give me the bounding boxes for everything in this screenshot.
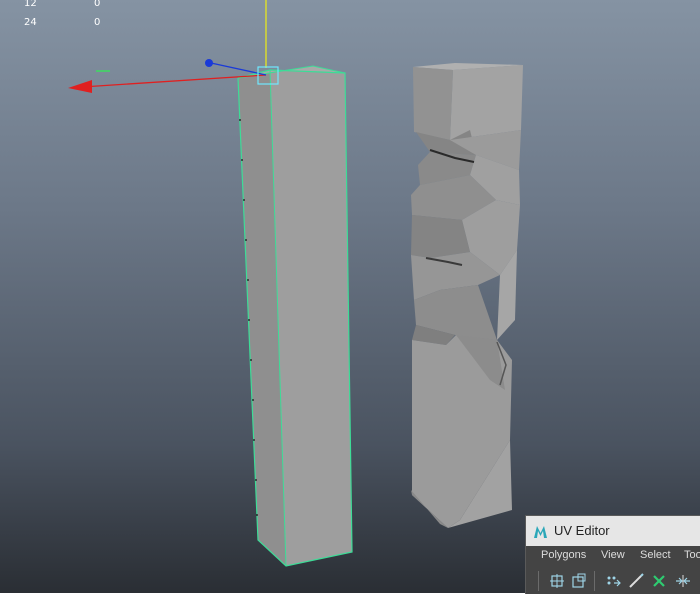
uv-editor-toolbar (526, 568, 700, 594)
maya-logo-icon (534, 526, 547, 538)
x-axis-arrow (68, 80, 92, 93)
maya-viewport[interactable]: 12 0 24 0 UV Editor Polygons View Select… (0, 0, 700, 594)
uv-snap-icon[interactable] (570, 572, 588, 590)
toolbar-separator (538, 571, 539, 591)
uv-grid-icon[interactable] (548, 572, 566, 590)
uv-move-icon[interactable] (604, 572, 622, 590)
uv-editor-titlebar[interactable]: UV Editor (526, 516, 700, 546)
uv-unfold-icon[interactable] (674, 572, 692, 590)
scene-view[interactable] (0, 0, 700, 593)
uv-editor-title: UV Editor (554, 523, 610, 538)
uv-editor-menubar: Polygons View Select Too (526, 546, 700, 566)
menu-tools[interactable]: Too (684, 549, 700, 561)
fractured-column[interactable] (411, 63, 523, 528)
selected-box-column[interactable] (237, 65, 353, 567)
uv-cut-icon[interactable] (627, 572, 645, 590)
menu-select[interactable]: Select (640, 549, 671, 561)
uv-editor-window[interactable]: UV Editor Polygons View Select Too (525, 515, 700, 594)
menu-polygons[interactable]: Polygons (541, 549, 586, 561)
toolbar-separator (594, 571, 595, 591)
uv-sew-icon[interactable] (650, 572, 668, 590)
z-axis-tip (205, 59, 213, 67)
menu-view[interactable]: View (601, 549, 625, 561)
